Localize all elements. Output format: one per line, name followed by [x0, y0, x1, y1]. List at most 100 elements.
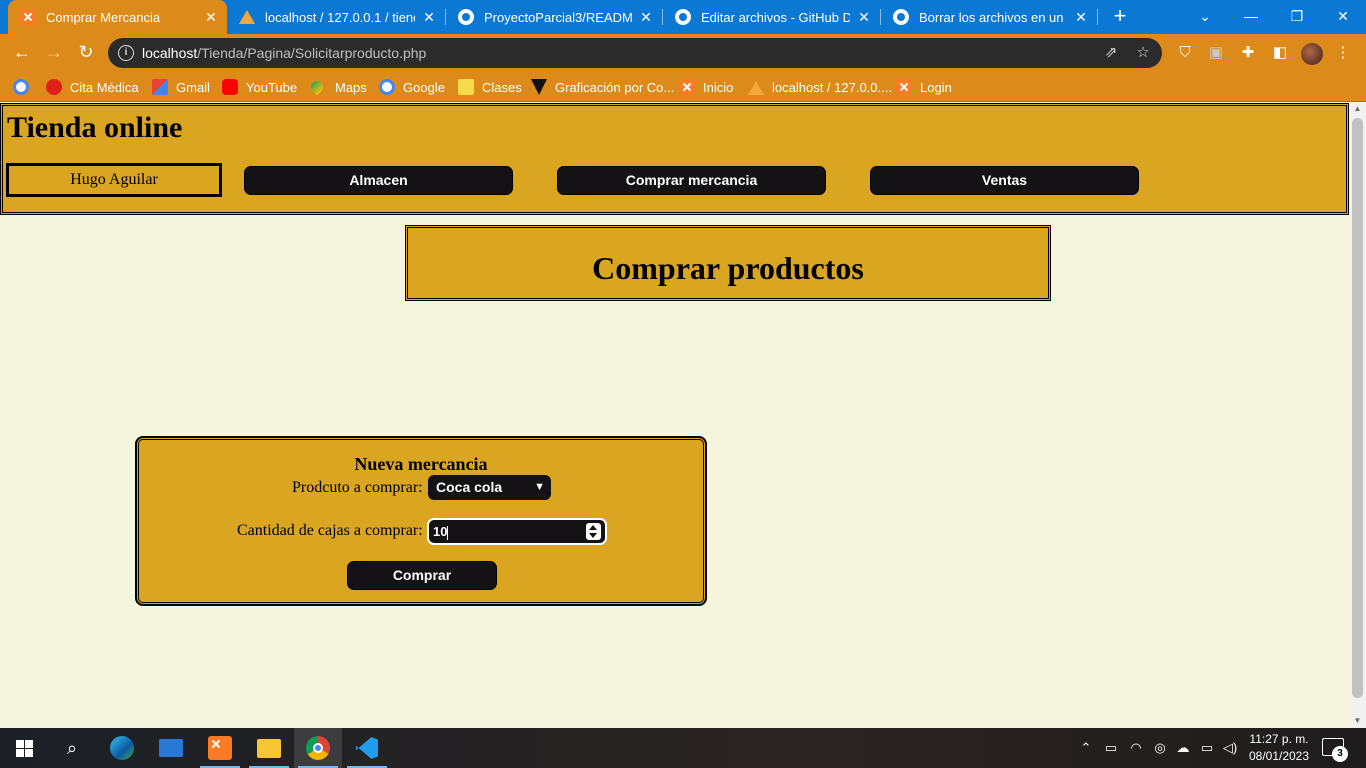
share-icon[interactable]: ⇗ [1102, 44, 1120, 62]
scrollbar-thumb[interactable] [1352, 118, 1363, 698]
quantity-input[interactable]: 10 [427, 518, 607, 545]
scroll-up-icon[interactable]: ▲ [1349, 102, 1366, 116]
bookmark-inicio[interactable]: Inicio [679, 76, 733, 98]
bookmark-gmail[interactable]: Gmail [152, 76, 210, 98]
product-selected-value: Coca cola [436, 479, 503, 495]
mail-icon[interactable] [147, 728, 195, 768]
form-title: Nueva mercancia [354, 454, 488, 474]
search-icon[interactable]: ⌕ [48, 728, 96, 768]
windows-taskbar: ⌕ ⌃ ▭ ◠ ◎ ☁ ▭ ◁) 11:27 p. m. 08/01/2023 … [0, 728, 1366, 768]
system-clock[interactable]: 11:27 p. m. 08/01/2023 [1244, 731, 1314, 765]
xampp-taskbar-icon[interactable] [196, 728, 244, 768]
extension-robot-icon[interactable]: ▣ [1206, 43, 1226, 63]
browser-toolbar: ← → ↻ i localhost/Tienda/Pagina/Solicita… [0, 34, 1366, 71]
address-url[interactable]: localhost/Tienda/Pagina/Solicitarproduct… [142, 45, 426, 61]
reload-icon[interactable]: ↻ [74, 41, 98, 65]
spinner-arrows-icon[interactable] [586, 523, 601, 540]
scroll-down-icon[interactable]: ▼ [1349, 714, 1366, 728]
product-select[interactable]: Coca cola ▼ [428, 475, 551, 500]
site-title: Tienda online [7, 111, 183, 144]
google-icon [379, 79, 395, 95]
tab-title: localhost / 127.0.0.1 / tienda [265, 9, 415, 25]
windows-start-icon[interactable] [0, 728, 48, 768]
chevron-up-icon[interactable]: ⌃ [1077, 740, 1095, 756]
text-caret [447, 525, 449, 540]
network-device-icon[interactable]: ▭ [1102, 740, 1120, 756]
tab-github-docs[interactable]: Editar archivos - GitHub Docs ✕ [663, 0, 880, 34]
close-window-icon[interactable]: ✕ [1320, 0, 1366, 34]
xampp-icon [896, 79, 912, 95]
close-tab-icon[interactable]: ✕ [203, 9, 219, 26]
user-name-box: Hugo Aguilar [6, 163, 222, 197]
bookmark-maps[interactable]: Maps [308, 76, 367, 98]
webcam-icon[interactable]: ◎ [1151, 740, 1169, 756]
bookmark-login[interactable]: Login [896, 76, 952, 98]
forward-arrow-icon[interactable]: → [42, 41, 66, 65]
tab-separator [1097, 9, 1098, 25]
onedrive-icon[interactable]: ☁ [1174, 740, 1192, 756]
nav-comprar-button[interactable]: Comprar mercancia [557, 166, 826, 195]
xampp-icon [20, 9, 36, 25]
new-tab-button[interactable]: + [1108, 5, 1132, 29]
nav-ventas-button[interactable]: Ventas [870, 166, 1139, 195]
cita-medica-icon [46, 79, 62, 95]
bookmark-localhost[interactable]: localhost / 127.0.0.... [748, 76, 892, 98]
github-icon [893, 9, 909, 25]
tab-title: Comprar Mercancia [46, 9, 161, 25]
minimize-icon[interactable]: — [1228, 0, 1274, 34]
puzzle-icon[interactable]: ✚ [1238, 43, 1258, 63]
avatar[interactable] [1301, 43, 1323, 65]
vscode-icon[interactable] [343, 728, 391, 768]
phpmyadmin-icon [748, 79, 764, 95]
clock-time: 11:27 p. m. [1249, 732, 1309, 746]
page-viewport: Tienda online Hugo Aguilar Almacen Compr… [0, 102, 1349, 728]
tab-title: Borrar los archivos en un rep [919, 9, 1067, 25]
file-explorer-icon[interactable] [245, 728, 293, 768]
youtube-icon [222, 79, 238, 95]
close-tab-icon[interactable]: ✕ [1073, 9, 1089, 26]
restore-icon[interactable]: ❐ [1274, 0, 1320, 34]
back-arrow-icon[interactable]: ← [10, 41, 34, 65]
tab-phpmyadmin[interactable]: localhost / 127.0.0.1 / tienda ✕ [227, 0, 445, 34]
chrome-icon[interactable] [294, 728, 342, 768]
tab-borrar-archivos[interactable]: Borrar los archivos en un rep ✕ [881, 0, 1097, 34]
bookmark-google[interactable]: Google [379, 76, 445, 98]
tab-search-icon[interactable]: ⌄ [1182, 0, 1228, 34]
tab-readme[interactable]: ProyectoParcial3/README.md ✕ [446, 0, 662, 34]
xampp-icon [679, 79, 695, 95]
comprar-button[interactable]: Comprar [347, 561, 497, 590]
tab-title: ProyectoParcial3/README.md [484, 9, 632, 25]
bookmarks-bar: Cita Médica Gmail YouTube Maps Google Cl… [0, 71, 1366, 102]
site-info-icon[interactable]: i [118, 45, 134, 61]
clock-date: 08/01/2023 [1248, 749, 1310, 763]
address-bar[interactable]: i localhost/Tienda/Pagina/Solicitarprodu… [108, 38, 1162, 68]
bookmark-graficacion[interactable]: Graficación por Co... [531, 76, 674, 98]
nav-almacen-button[interactable]: Almacen [244, 166, 513, 195]
menu-dots-icon[interactable]: ⋮ [1333, 43, 1353, 63]
notification-badge: 3 [1332, 746, 1348, 762]
chevron-down-icon: ▼ [534, 481, 545, 493]
side-panel-icon[interactable]: ◧ [1270, 43, 1290, 63]
bookmark-youtube[interactable]: YouTube [222, 76, 297, 98]
vertical-scrollbar[interactable]: ▲ ▼ [1349, 102, 1366, 728]
product-label: Prodcuto a comprar: [292, 479, 423, 496]
github-icon [675, 9, 691, 25]
maps-icon [308, 78, 326, 96]
close-tab-icon[interactable]: ✕ [421, 9, 437, 26]
shield-icon[interactable]: ⛉ [1175, 43, 1195, 63]
close-tab-icon[interactable]: ✕ [856, 9, 872, 26]
bookmark-star-icon[interactable]: ☆ [1134, 44, 1152, 62]
bookmark-cita-medica[interactable]: Cita Médica [46, 76, 139, 98]
wifi-icon[interactable]: ◠ [1127, 740, 1145, 756]
bookmark-clases[interactable]: Clases [458, 76, 522, 98]
tab-comprar-mercancia[interactable]: Comprar Mercancia ✕ [8, 0, 227, 34]
page-title: Comprar productos [405, 225, 1051, 301]
tab-strip: Comprar Mercancia ✕ localhost / 127.0.0.… [0, 0, 1366, 34]
volume-icon[interactable]: ◁) [1221, 740, 1239, 756]
gmail-icon [152, 79, 168, 95]
google-apps-icon[interactable] [13, 76, 37, 98]
close-tab-icon[interactable]: ✕ [638, 9, 654, 26]
quantity-value: 10 [433, 524, 448, 539]
battery-icon[interactable]: ▭ [1198, 740, 1216, 756]
edge-icon[interactable] [98, 728, 146, 768]
